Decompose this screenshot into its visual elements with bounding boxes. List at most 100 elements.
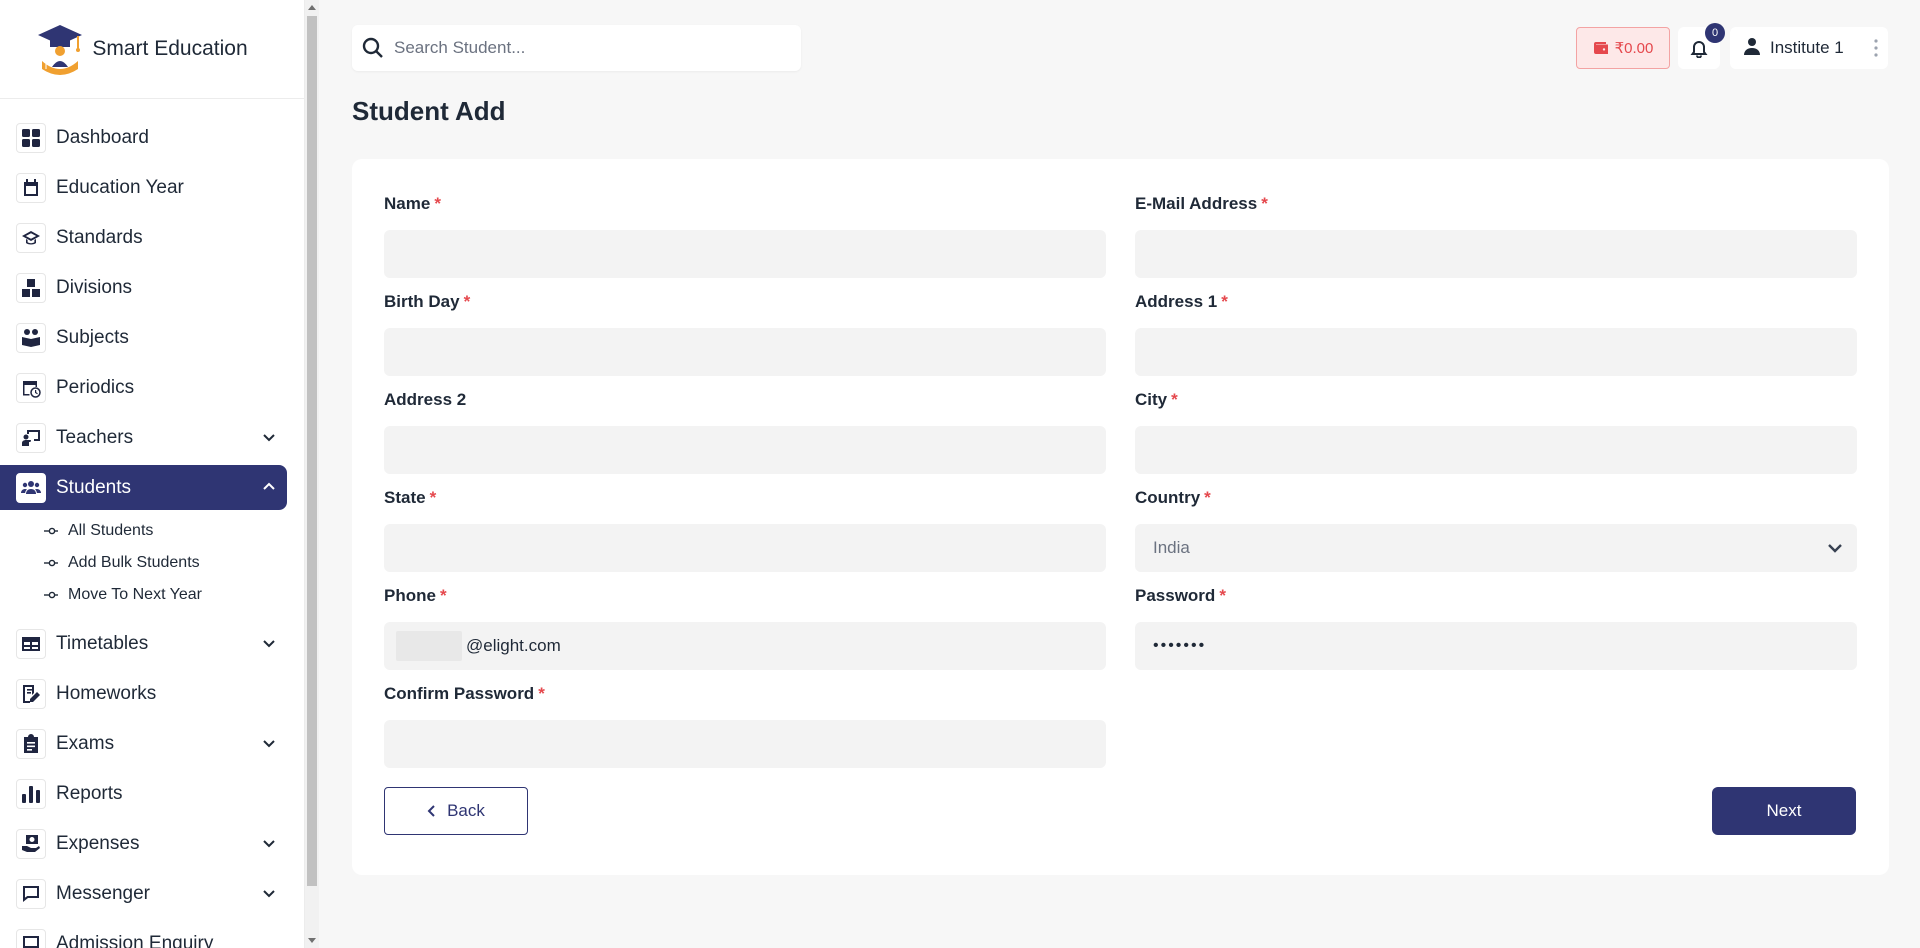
sidebar-item-subjects[interactable]: Subjects [0,315,287,360]
redacted-text-block [396,631,462,661]
name-field-group: Name * [384,194,1106,278]
required-mark: * [439,586,447,605]
sidebar-item-label: Exams [56,732,115,754]
country-field-group: Country * India [1135,488,1857,572]
sidebar-item-label: Reports [56,782,123,804]
node-bullet-icon [44,590,58,600]
chevron-left-icon [427,805,435,817]
sidebar-item-exams[interactable]: Exams [0,721,287,766]
phone-label: Phone * [384,586,1106,608]
sidebar-item-label: Teachers [56,426,134,448]
address1-label: Address 1 * [1135,292,1857,314]
address2-field-group: Address 2 [384,390,1106,474]
scrollbar-thumb[interactable] [307,16,317,886]
submenu-item-move-to-next-year[interactable]: Move To Next Year [44,579,304,611]
required-mark: * [1219,586,1226,605]
teacher-board-icon [16,422,46,453]
sidebar-item-teachers[interactable]: Teachers [0,415,287,460]
address1-input[interactable] [1135,328,1857,376]
chevron-down-icon [261,635,277,651]
submenu-item-label: All Students [68,522,154,539]
sidebar-item-admission-enquiry[interactable]: Admission Enquiry [0,921,287,948]
name-label-text: Name [384,194,431,213]
node-bullet-icon [44,526,58,536]
search-box[interactable] [352,25,801,71]
search-input[interactable] [394,38,774,58]
address1-field-group: Address 1 * [1135,292,1857,376]
birthday-label-text: Birth Day [384,292,460,311]
user-icon [1744,37,1760,60]
dashboard-icon [16,122,46,153]
sidebar-item-label: Standards [56,226,143,248]
city-input[interactable] [1135,426,1857,474]
next-button[interactable]: Next [1712,787,1856,835]
email-label: E-Mail Address * [1135,194,1857,216]
sidebar-item-label: Admission Enquiry [56,932,214,948]
city-label-text: City [1135,390,1168,409]
country-label: Country * [1135,488,1857,510]
sidebar-item-messenger[interactable]: Messenger [0,871,287,916]
table-icon [16,628,46,659]
confirm-password-input[interactable] [384,720,1106,768]
name-input[interactable] [384,230,1106,278]
email-input[interactable] [1135,230,1857,278]
chevron-down-icon [261,735,277,751]
sidebar-item-standards[interactable]: Standards [0,215,287,260]
back-button-label: Back [447,801,485,820]
sidebar-item-label: Dashboard [56,126,149,148]
password-label-text: Password [1135,586,1216,605]
required-mark: * [1171,390,1178,409]
sidebar-item-dashboard[interactable]: Dashboard [0,115,287,160]
students-submenu: All Students Add Bulk Students Move To N… [0,515,304,621]
users-group-icon [16,472,46,503]
chevron-down-icon [261,835,277,851]
sidebar-item-label: Messenger [56,882,150,904]
wallet-amount: ₹0.00 [1614,40,1654,57]
sidebar-scrollbar[interactable] [305,0,319,948]
chevron-down-icon [261,429,277,445]
wallet-balance-button[interactable]: ₹0.00 [1576,27,1670,69]
hand-money-icon [16,828,46,859]
phone-input[interactable]: @elight.com [384,622,1106,670]
search-icon [362,37,383,58]
confirm-password-label-text: Confirm Password [384,684,535,703]
submenu-item-add-bulk-students[interactable]: Add Bulk Students [44,547,304,579]
email-label-text: E-Mail Address [1135,194,1258,213]
graduation-cap-icon [16,222,46,253]
bell-icon [1690,41,1708,58]
address2-label: Address 2 [384,390,1106,412]
sidebar-item-expenses[interactable]: Expenses [0,821,287,866]
birthday-input[interactable] [384,328,1106,376]
sidebar-item-periodics[interactable]: Periodics [0,365,287,410]
sidebar-item-timetables[interactable]: Timetables [0,621,287,666]
password-input[interactable]: ••••••• [1135,622,1857,670]
sidebar-item-label: Education Year [56,176,184,198]
password-masked-value: ••••••• [1153,637,1207,654]
address2-input[interactable] [384,426,1106,474]
brand[interactable]: Smart Education [0,0,304,99]
required-mark: * [429,488,437,507]
page-title: Student Add [352,96,506,126]
state-label: State * [384,488,1106,510]
back-button[interactable]: Back [384,787,528,835]
scroll-up-arrow-icon[interactable] [308,5,316,10]
birthday-field-group: Birth Day * [384,292,1106,376]
submenu-item-label: Move To Next Year [68,586,203,603]
sidebar-item-divisions[interactable]: Divisions [0,265,287,310]
sidebar-item-education-year[interactable]: Education Year [0,165,287,210]
country-select[interactable]: India [1135,524,1857,572]
wallet-icon [1593,42,1608,54]
state-input[interactable] [384,524,1106,572]
sidebar-item-label: Homeworks [56,682,157,704]
sidebar-item-students[interactable]: Students [0,465,287,510]
submenu-item-all-students[interactable]: All Students [44,515,304,547]
calendar-icon [16,172,46,203]
sidebar-item-reports[interactable]: Reports [0,771,287,816]
clipboard-icon [16,728,46,759]
more-vertical-icon[interactable] [1874,39,1878,62]
address2-label-text: Address 2 [384,390,467,409]
sidebar-item-homeworks[interactable]: Homeworks [0,671,287,716]
user-menu[interactable]: Institute 1 [1730,27,1888,69]
scroll-down-arrow-icon[interactable] [308,938,316,943]
sidebar-item-label: Periodics [56,376,135,398]
